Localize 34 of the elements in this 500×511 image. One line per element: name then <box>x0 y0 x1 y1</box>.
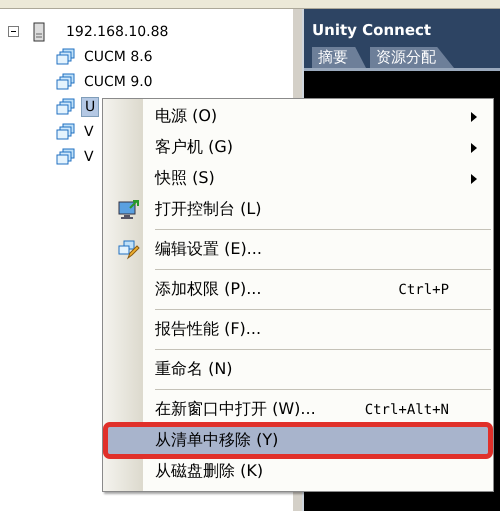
virtual-machine-icon <box>56 148 76 166</box>
server-icon <box>33 22 45 42</box>
panel-title: Unity Connect <box>311 20 432 41</box>
tree-item[interactable]: V <box>81 122 97 140</box>
menu-item[interactable]: 打开控制台 (L) <box>103 194 493 225</box>
menu-item[interactable]: 从清单中移除 (Y) <box>106 425 490 456</box>
submenu-arrow-icon <box>471 112 477 122</box>
virtual-machine-icon <box>56 122 76 140</box>
menu-item[interactable]: 电源 (O) <box>103 101 493 132</box>
menu-item[interactable]: 在新窗口中打开 (W)... Ctrl+Alt+N <box>103 394 493 425</box>
virtual-machine-icon <box>56 98 76 116</box>
virtual-machine-icon <box>56 48 76 66</box>
menu-item[interactable]: 编辑设置 (E)... <box>103 234 493 265</box>
collapse-toggle[interactable] <box>8 26 19 37</box>
tree-item[interactable]: CUCM 8.6 <box>81 48 156 66</box>
menu-item[interactable]: 快照 (S) <box>103 163 493 194</box>
shortcut-text: Ctrl+P <box>398 282 449 298</box>
tab[interactable]: 摘要 <box>312 47 366 68</box>
tree-item[interactable]: V <box>81 148 97 166</box>
shortcut-text: Ctrl+Alt+N <box>364 402 449 418</box>
tree-item[interactable]: CUCM 9.0 <box>81 72 156 90</box>
menu-item[interactable]: 重命名 (N) <box>103 354 493 385</box>
virtual-machine-icon <box>56 72 76 90</box>
tab[interactable]: 资源分配 <box>370 47 454 68</box>
menu-item[interactable]: 添加权限 (P)... Ctrl+P <box>103 274 493 305</box>
submenu-arrow-icon <box>471 142 477 152</box>
menu-item[interactable]: 客户机 (G) <box>103 132 493 163</box>
menu-item[interactable]: 从磁盘删除 (K) <box>103 456 493 487</box>
submenu-arrow-icon <box>471 174 477 184</box>
tree-item[interactable]: 192.168.10.88 <box>63 22 172 40</box>
menu-item[interactable]: 报告性能 (F)... <box>103 314 493 345</box>
monitor-icon <box>118 200 140 220</box>
tree-item[interactable]: U <box>81 96 100 116</box>
edit-vm-icon <box>118 240 140 260</box>
